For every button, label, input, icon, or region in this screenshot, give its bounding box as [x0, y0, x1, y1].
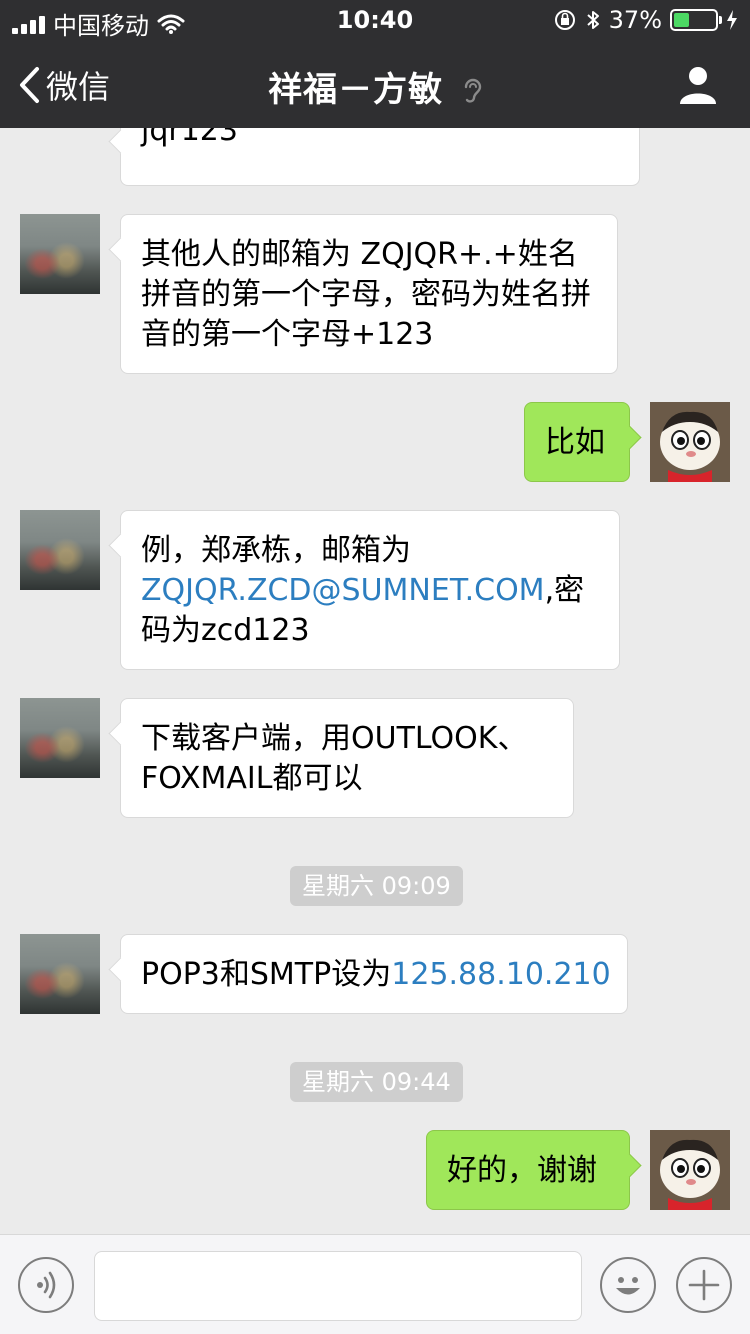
battery-icon [670, 9, 722, 31]
message-bubble-self[interactable]: 好的，谢谢 [426, 1130, 630, 1210]
self-avatar[interactable] [650, 402, 730, 482]
more-button[interactable] [676, 1257, 732, 1313]
message-text: ,密 [544, 573, 585, 608]
chat-title: 祥福－方敏 [0, 62, 750, 111]
timestamp: 星期六 09:09 [290, 866, 463, 906]
message-bubble[interactable]: POP3和SMTP设为125.88.10.210 [120, 934, 628, 1014]
message-line: FOXMAIL都可以 [141, 761, 363, 796]
voice-button[interactable] [18, 1257, 74, 1313]
message-text: jqr123 [141, 128, 238, 148]
emoji-icon [616, 1277, 640, 1295]
message-line: 码为zcd123 [141, 613, 310, 648]
message-bubble[interactable]: 例，郑承栋，邮箱为 ZQJQR.ZCD@SUMNET.COM,密 码为zcd12… [120, 510, 620, 670]
input-bar [0, 1234, 750, 1334]
status-right: 37% [553, 6, 738, 34]
contact-avatar[interactable] [20, 510, 100, 590]
battery-percent: 37% [608, 6, 662, 34]
message-line: 下载客户端，用OUTLOOK、 [141, 721, 528, 756]
plus-icon [688, 1269, 720, 1301]
shin-chan-avatar-icon [650, 402, 730, 482]
emoji-button[interactable] [600, 1257, 656, 1313]
contact-avatar[interactable] [20, 934, 100, 1014]
lock-rotation-icon [554, 10, 575, 30]
user-profile-icon[interactable] [676, 62, 720, 106]
status-bar: 中国移动 10:40 37% [0, 0, 750, 40]
message-text: 比如 [545, 425, 605, 460]
email-link[interactable]: ZQJQR.ZCD@SUMNET.COM [141, 573, 545, 608]
voice-icon [37, 1271, 56, 1299]
chat-title-text: 祥福－方敏 [268, 70, 444, 110]
ip-address-link[interactable]: 125.88.10.210 [391, 957, 610, 992]
message-text: POP3和SMTP设为 [141, 957, 392, 992]
ear-icon [462, 74, 482, 109]
chat-area[interactable]: jqr123 其他人的邮箱为 ZQJQR+.+姓名拼音的第一个字母，密码为姓名拼… [0, 128, 750, 1234]
message-bubble[interactable]: 其他人的邮箱为 ZQJQR+.+姓名拼音的第一个字母，密码为姓名拼音的第一个字母… [120, 214, 618, 374]
nav-bar: 微信 祥福－方敏 [0, 40, 750, 128]
message-bubble-self[interactable]: 比如 [524, 402, 630, 482]
shin-chan-avatar-icon [650, 1130, 730, 1210]
contact-avatar[interactable] [20, 698, 100, 778]
contact-avatar[interactable] [20, 214, 100, 294]
header: 中国移动 10:40 37% 微信 祥福－方敏 [0, 0, 750, 128]
timestamp: 星期六 09:44 [290, 1062, 463, 1102]
battery-level-fill [674, 13, 689, 27]
message-input[interactable] [94, 1251, 582, 1321]
self-avatar[interactable] [650, 1130, 730, 1210]
message-bubble[interactable]: 下载客户端，用OUTLOOK、 FOXMAIL都可以 [120, 698, 574, 818]
message-line: ZQJQR.ZCD@SUMNET.COM,密 [141, 571, 599, 611]
message-line: 例，郑承栋，邮箱为 [141, 533, 411, 568]
message-text: 其他人的邮箱为 ZQJQR+.+姓名拼音的第一个字母，密码为姓名拼音的第一个字母… [141, 237, 591, 352]
message-text: 好的，谢谢 [447, 1153, 597, 1188]
bluetooth-icon [586, 11, 599, 29]
message-bubble[interactable]: jqr123 [120, 128, 640, 186]
charging-icon [727, 10, 737, 30]
